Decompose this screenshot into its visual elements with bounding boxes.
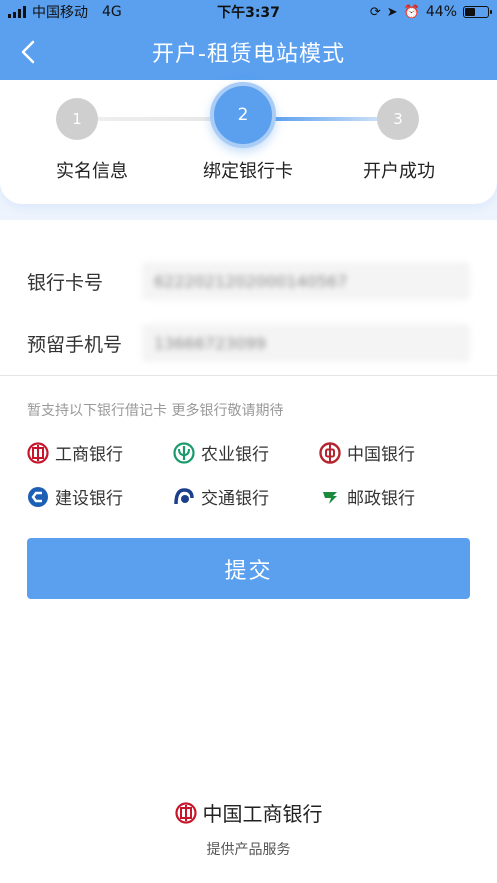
battery-percent: 44% xyxy=(425,4,457,20)
footer: 中国工商银行 提供产品服务 xyxy=(0,798,497,859)
bank-name: 建设银行 xyxy=(55,489,123,509)
footer-brand: 中国工商银行 xyxy=(174,798,323,827)
icbc-icon xyxy=(27,441,49,464)
step-connector-1 xyxy=(96,117,214,121)
support-note: 暂支持以下银行借记卡 更多银行敬请期待 xyxy=(27,403,284,419)
step-2-label: 绑定银行卡 xyxy=(203,161,293,182)
submit-button[interactable]: 提交 xyxy=(27,538,470,599)
phone-input[interactable] xyxy=(142,324,470,362)
footer-subtitle: 提供产品服务 xyxy=(206,841,291,858)
psbc-icon xyxy=(319,486,341,508)
bank-item-icbc: 工商银行 xyxy=(27,440,123,465)
nav-bar: 开户-租赁电站模式 xyxy=(0,24,497,80)
bank-item-boc: 中国银行 xyxy=(319,440,415,465)
step-2-circle: 2 xyxy=(210,82,276,148)
step-1-label: 实名信息 xyxy=(56,161,128,182)
page-title: 开户-租赁电站模式 xyxy=(152,42,345,67)
step-1-circle: 1 xyxy=(56,98,98,140)
step-3-label: 开户成功 xyxy=(363,161,435,182)
bocom-icon xyxy=(173,486,195,508)
screen-lock-icon: ⟳ xyxy=(369,4,381,20)
bank-item-abc: 农业银行 xyxy=(173,440,269,465)
step-3-circle: 3 xyxy=(377,98,419,140)
status-left: 中国移动 4G xyxy=(8,2,122,22)
card-number-label: 银行卡号 xyxy=(27,272,104,294)
signal-icon xyxy=(8,6,26,18)
alarm-icon: ⏰ xyxy=(403,4,420,20)
phone-label: 预留手机号 xyxy=(27,334,123,356)
network-type: 4G xyxy=(102,4,122,20)
bank-name: 农业银行 xyxy=(201,445,269,465)
chevron-left-icon xyxy=(21,40,35,64)
bank-item-bocom: 交通银行 xyxy=(173,484,269,509)
step-connector-2 xyxy=(272,117,382,121)
bank-item-ccb: 建设银行 xyxy=(27,484,123,509)
abc-icon xyxy=(173,441,195,464)
form-divider xyxy=(0,375,497,376)
bank-name: 中国银行 xyxy=(347,445,415,465)
phone-row: 预留手机号 xyxy=(0,324,497,362)
card-number-input[interactable] xyxy=(142,262,470,300)
bank-item-psbc: 邮政银行 xyxy=(319,484,415,509)
bank-name: 邮政银行 xyxy=(347,489,415,509)
back-button[interactable] xyxy=(10,34,46,70)
card-number-row: 银行卡号 xyxy=(0,262,497,300)
stepper-section: 1 2 3 实名信息 绑定银行卡 开户成功 xyxy=(0,80,497,220)
bank-name: 交通银行 xyxy=(201,489,269,509)
status-bar: 中国移动 4G 下午3:37 ⟳ ➤ ⏰ 44% xyxy=(0,0,497,24)
carrier-name: 中国移动 xyxy=(32,5,88,21)
footer-brand-name: 中国工商银行 xyxy=(202,802,323,826)
icbc-icon xyxy=(174,801,197,824)
battery-icon xyxy=(463,6,492,18)
ccb-icon xyxy=(27,486,49,508)
bank-name: 工商银行 xyxy=(55,445,123,465)
location-icon: ➤ xyxy=(386,4,398,20)
status-right: ⟳ ➤ ⏰ 44% xyxy=(369,4,492,20)
boc-icon xyxy=(319,441,341,464)
stepper-card: 1 2 3 实名信息 绑定银行卡 开户成功 xyxy=(0,80,497,204)
